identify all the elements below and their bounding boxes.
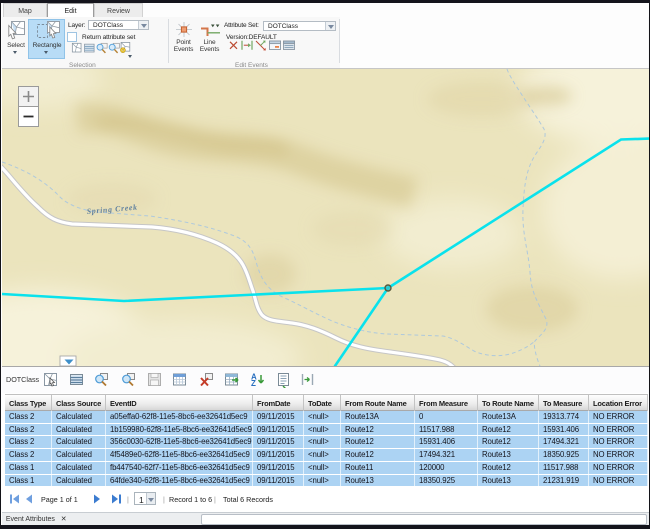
svg-text:Z: Z: [251, 379, 256, 388]
